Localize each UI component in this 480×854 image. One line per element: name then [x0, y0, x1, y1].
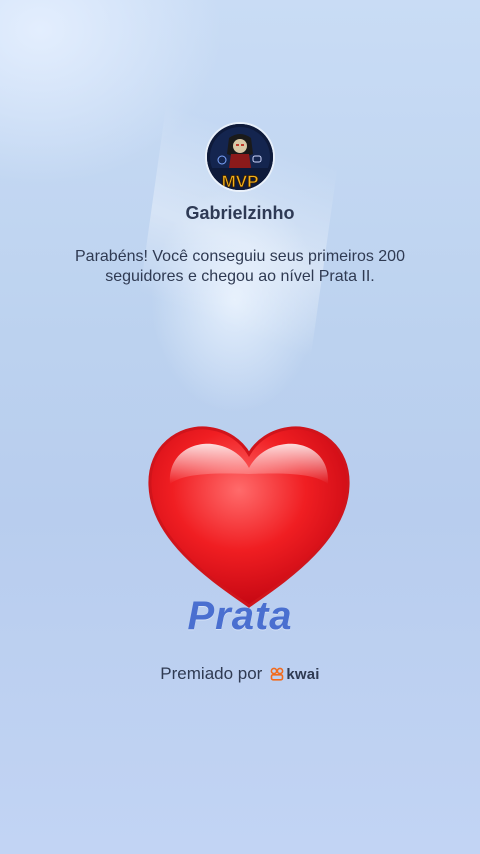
kwai-brand-text: kwai	[286, 665, 320, 683]
kwai-icon	[270, 667, 284, 681]
awarded-by: Premiado por kwai	[0, 664, 480, 684]
tier-label: Prata	[187, 594, 293, 638]
kwai-logo: kwai	[270, 666, 319, 683]
awarded-by-label: Premiado por	[160, 664, 263, 683]
avatar-mvp-text: MVP	[222, 172, 259, 190]
congratulations-message: Parabéns! Você conseguiu seus primeiros …	[75, 248, 405, 285]
username: Gabrielzinho	[185, 203, 295, 223]
avatar[interactable]: MVP	[207, 124, 273, 190]
heart-icon	[148, 426, 350, 608]
avatar-image: MVP	[207, 124, 273, 190]
